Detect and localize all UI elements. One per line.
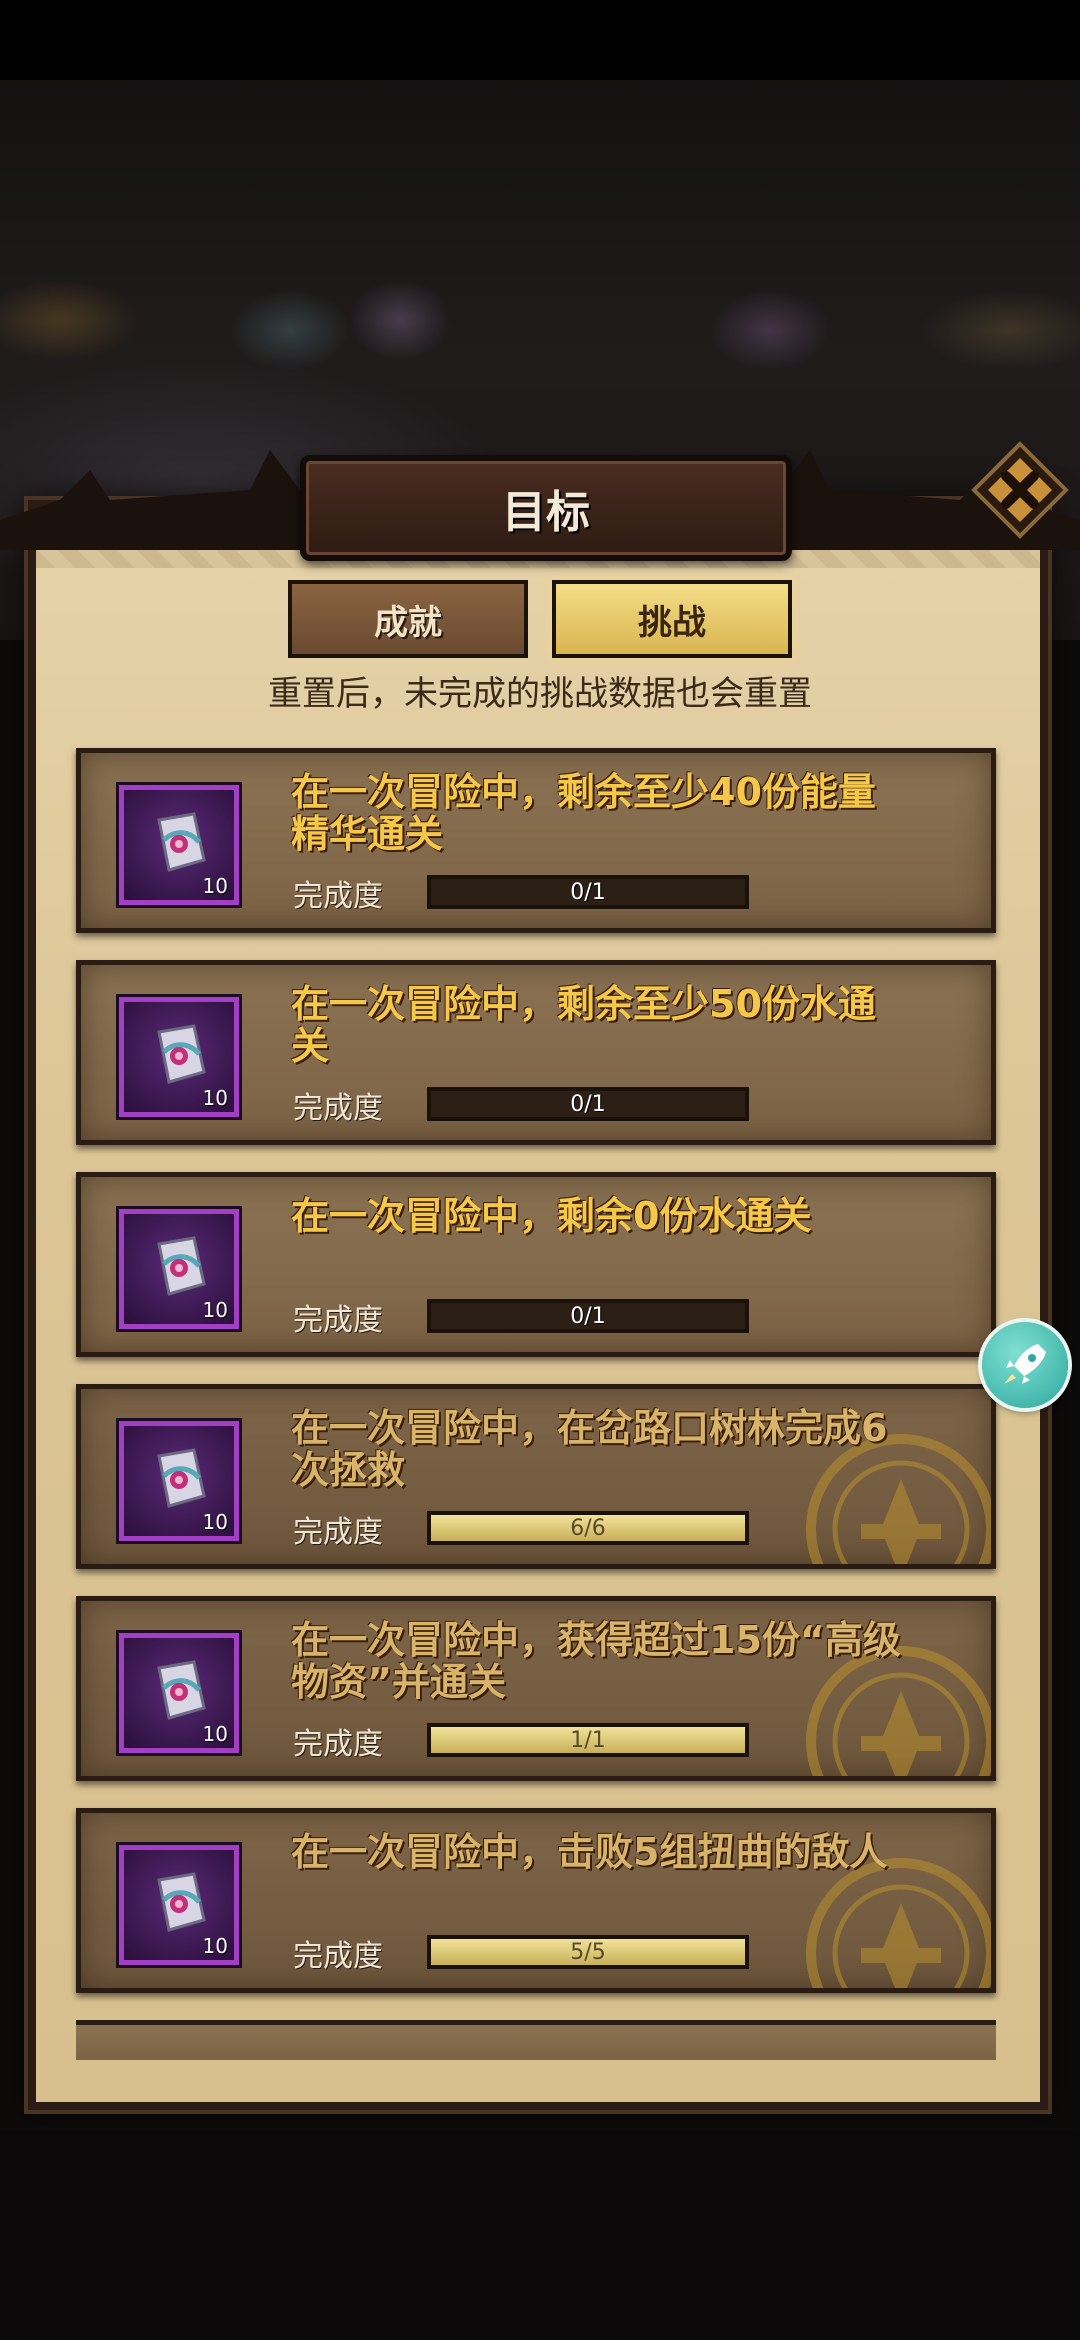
challenge-description-line2: 物资”并通关 [291, 1660, 506, 1704]
challenge-description-line1: 在一次冒险中，剩余至少40份能量 [291, 770, 876, 814]
challenge-description-line1: 在一次冒险中，剩余0份水通关 [291, 1194, 812, 1238]
tab-challenges[interactable]: 挑战 [552, 580, 792, 658]
bottom-area [0, 2130, 1080, 2340]
challenge-description-line1: 在一次冒险中，在岔路口树林完成6 [291, 1406, 888, 1450]
challenge-description-line2: 精华通关 [291, 812, 444, 856]
list-item-partial [76, 2020, 996, 2060]
tab-achievements-label: 成就 [374, 602, 442, 643]
close-x-icon [971, 441, 1069, 539]
reward-count: 10 [202, 1510, 228, 1534]
challenge-description-line1: 在一次冒险中，击败5组扭曲的敌人 [291, 1830, 888, 1874]
challenge-card: 10 在一次冒险中，剩余0份水通关完成度 0/1 [76, 1172, 996, 1357]
challenge-description-line1: 在一次冒险中，剩余至少50份水通 [291, 982, 876, 1026]
completed-stamp-icon [801, 1853, 991, 1988]
challenge-card: 10 在一次冒险中，剩余至少40份能量 精华通关完成度 0/1 [76, 748, 996, 933]
challenge-description-line2: 次拯救 [291, 1448, 406, 1492]
reward-count: 10 [202, 874, 228, 898]
progress-text: 6/6 [570, 1515, 606, 1541]
tab-challenges-label: 挑战 [638, 602, 706, 643]
reward-item[interactable]: 10 [119, 997, 239, 1117]
reward-item[interactable]: 10 [119, 1209, 239, 1329]
progress-text: 0/1 [570, 1303, 606, 1329]
progress-text: 5/5 [570, 1939, 606, 1965]
dialog-title-plate: 目标 [300, 455, 792, 561]
reward-count: 10 [202, 1298, 228, 1322]
reward-item[interactable]: 10 [119, 1845, 239, 1965]
progress-bar: 0/1 [427, 1087, 749, 1121]
challenge-description: 在一次冒险中，剩余0份水通关 [291, 1195, 951, 1237]
close-button[interactable] [970, 440, 1070, 540]
progress-bar: 1/1 [427, 1723, 749, 1757]
reward-count: 10 [202, 1722, 228, 1746]
challenge-card: 10 在一次冒险中，在岔路口树林完成6 次拯救完成度 6/6 [76, 1384, 996, 1569]
reward-item[interactable]: 10 [119, 785, 239, 905]
reward-item[interactable]: 10 [119, 1421, 239, 1541]
challenge-description-line2: 关 [291, 1024, 330, 1068]
progress-label: 完成度 [293, 1939, 383, 1974]
rocket-icon [1004, 1344, 1046, 1384]
progress-label: 完成度 [293, 1091, 383, 1126]
progress-text: 0/1 [570, 879, 606, 905]
challenge-description: 在一次冒险中，击败5组扭曲的敌人 [291, 1831, 951, 1873]
reward-item[interactable]: 10 [119, 1633, 239, 1753]
progress-text: 1/1 [570, 1727, 606, 1753]
challenge-card: 10 在一次冒险中，击败5组扭曲的敌人完成度 5/5 [76, 1808, 996, 1993]
progress-bar: 6/6 [427, 1511, 749, 1545]
challenge-card: 10 在一次冒险中，剩余至少50份水通关完成度 0/1 [76, 960, 996, 1145]
status-bar [0, 0, 1080, 80]
progress-bar: 0/1 [427, 1299, 749, 1333]
reward-count: 10 [202, 1934, 228, 1958]
challenge-description-line1: 在一次冒险中，获得超过15份“高级 [291, 1618, 901, 1662]
challenge-description: 在一次冒险中，剩余至少40份能量 精华通关 [291, 771, 951, 855]
progress-bar: 5/5 [427, 1935, 749, 1969]
progress-text: 0/1 [570, 1091, 606, 1117]
progress-label: 完成度 [293, 1515, 383, 1550]
reward-count: 10 [202, 1086, 228, 1110]
progress-label: 完成度 [293, 1727, 383, 1762]
challenge-card: 10 在一次冒险中，获得超过15份“高级 物资”并通关完成度 1/1 [76, 1596, 996, 1781]
progress-label: 完成度 [293, 1303, 383, 1338]
floating-rocket-button[interactable] [982, 1322, 1068, 1408]
progress-label: 完成度 [293, 879, 383, 914]
tab-achievements[interactable]: 成就 [288, 580, 528, 658]
challenge-description: 在一次冒险中，获得超过15份“高级 物资”并通关 [291, 1619, 951, 1703]
challenge-description: 在一次冒险中，剩余至少50份水通关 [291, 983, 951, 1067]
reset-notice: 重置后，未完成的挑战数据也会重置 [268, 674, 812, 714]
dialog-title: 目标 [502, 487, 590, 538]
progress-bar: 0/1 [427, 875, 749, 909]
challenge-description: 在一次冒险中，在岔路口树林完成6 次拯救 [291, 1407, 951, 1491]
